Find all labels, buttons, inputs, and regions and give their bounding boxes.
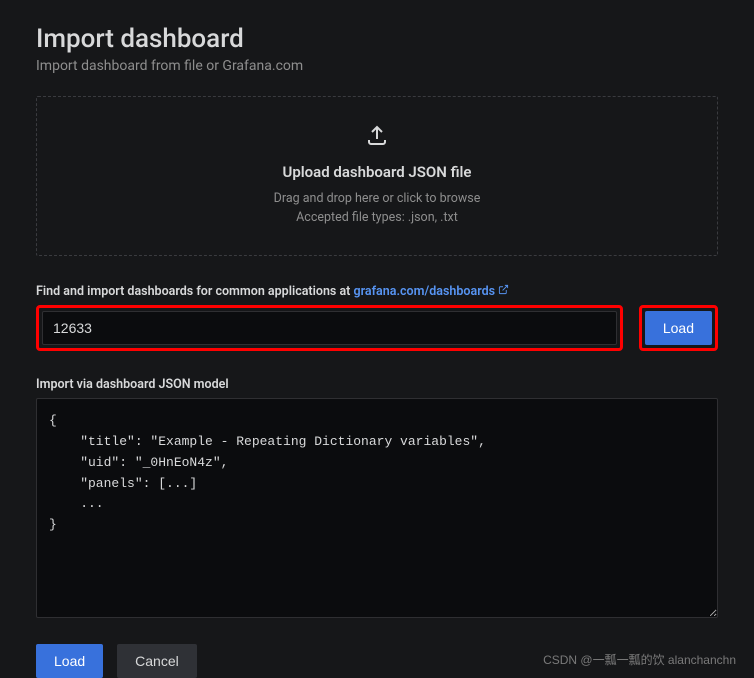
upload-hint-types: Accepted file types: .json, .txt <box>57 210 697 225</box>
upload-dropzone[interactable]: Upload dashboard JSON file Drag and drop… <box>36 96 718 256</box>
page-subtitle: Import dashboard from file or Grafana.co… <box>36 58 718 74</box>
upload-icon <box>365 123 389 151</box>
cancel-button[interactable]: Cancel <box>117 644 197 678</box>
watermark-text: CSDN @一瓢一瓢的饮 alanchanchn <box>543 651 736 668</box>
load-button-highlight: Load <box>639 305 718 351</box>
load-button[interactable]: Load <box>36 644 103 678</box>
upload-title: Upload dashboard JSON file <box>57 163 697 181</box>
dashboard-url-input[interactable] <box>42 311 617 345</box>
grafana-dashboards-link[interactable]: grafana.com/dashboards <box>354 284 510 299</box>
external-link-icon <box>498 284 509 299</box>
url-input-highlight <box>36 305 623 351</box>
json-model-textarea[interactable] <box>36 398 718 618</box>
json-field-label: Import via dashboard JSON model <box>36 377 718 392</box>
load-url-button[interactable]: Load <box>645 311 712 345</box>
page-title: Import dashboard <box>36 24 718 54</box>
url-field-label: Find and import dashboards for common ap… <box>36 284 718 299</box>
url-label-text: Find and import dashboards for common ap… <box>36 284 354 299</box>
upload-hint-browse: Drag and drop here or click to browse <box>57 191 697 206</box>
